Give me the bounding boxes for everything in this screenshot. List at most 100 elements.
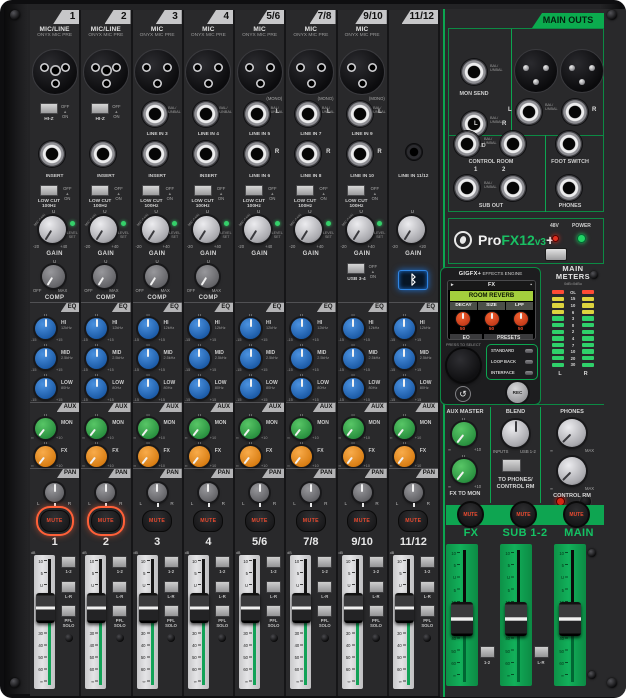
low-cut-switch[interactable] <box>142 185 160 196</box>
fader-cap[interactable] <box>559 602 581 636</box>
aux-mon-knob[interactable] <box>138 418 159 439</box>
pfl-solo-button[interactable] <box>61 605 76 617</box>
gain-knob[interactable] <box>398 216 425 243</box>
aux-fx-knob[interactable] <box>291 446 312 467</box>
assign-1-2-button[interactable] <box>112 556 127 568</box>
aux-mon-knob[interactable] <box>240 418 261 439</box>
aux-fx-knob[interactable] <box>189 446 210 467</box>
aux-mon-knob[interactable] <box>291 418 312 439</box>
back-button[interactable]: ↺ <box>455 386 471 402</box>
assign-lr-button[interactable] <box>317 581 332 593</box>
fx-mute-button[interactable]: MUTE <box>457 501 484 528</box>
mute-button[interactable]: MUTE <box>142 510 172 532</box>
eq-hi-knob[interactable] <box>240 318 261 339</box>
pfl-solo-button[interactable] <box>164 605 179 617</box>
aux-fx-knob[interactable] <box>86 446 107 467</box>
assign-1-2-button[interactable] <box>369 556 384 568</box>
eq-hi-knob[interactable] <box>189 318 210 339</box>
aux-fx-knob[interactable] <box>35 446 56 467</box>
mute-button[interactable]: MUTE <box>398 510 428 532</box>
eq-mid-knob[interactable] <box>291 348 312 369</box>
fx-to-mon-knob[interactable] <box>452 459 476 483</box>
assign-1-2-button[interactable] <box>164 556 179 568</box>
aux-fx-knob[interactable] <box>240 446 261 467</box>
fader-cap[interactable] <box>241 593 260 623</box>
pan-knob[interactable] <box>45 483 64 502</box>
pfl-solo-button[interactable] <box>266 605 281 617</box>
low-cut-switch[interactable] <box>296 185 314 196</box>
mute-button[interactable]: MUTE <box>296 510 326 532</box>
blend-knob[interactable] <box>502 420 529 447</box>
assign-lr-button[interactable] <box>215 581 230 593</box>
aux-mon-knob[interactable] <box>189 418 210 439</box>
mute-button[interactable]: MUTE <box>193 510 223 532</box>
eq-hi-knob[interactable] <box>138 318 159 339</box>
assign-1-2-button[interactable] <box>317 556 332 568</box>
control-rm-knob[interactable] <box>558 457 586 485</box>
fader-cap[interactable] <box>87 593 106 623</box>
low-cut-switch[interactable] <box>245 185 263 196</box>
eq-low-knob[interactable] <box>343 378 364 399</box>
pfl-solo-button[interactable] <box>420 605 435 617</box>
pan-knob[interactable] <box>96 483 115 502</box>
low-cut-switch[interactable] <box>347 185 365 196</box>
eq-mid-knob[interactable] <box>343 348 364 369</box>
main-mute-button[interactable]: MUTE <box>563 501 590 528</box>
comp-knob[interactable] <box>145 265 168 288</box>
fader-cap[interactable] <box>292 593 311 623</box>
pan-knob[interactable] <box>404 483 423 502</box>
aux-mon-knob[interactable] <box>343 418 364 439</box>
eq-low-knob[interactable] <box>138 378 159 399</box>
aux-mon-knob[interactable] <box>35 418 56 439</box>
gain-knob[interactable] <box>244 216 271 243</box>
assign-1-2-button[interactable] <box>215 556 230 568</box>
bluetooth-button[interactable]: ᛒ <box>398 270 428 290</box>
aux-mon-knob[interactable] <box>394 418 415 439</box>
comp-knob[interactable] <box>93 265 116 288</box>
fader-cap[interactable] <box>36 593 55 623</box>
eq-low-knob[interactable] <box>240 378 261 399</box>
eq-hi-knob[interactable] <box>86 318 107 339</box>
assign-1-2-button[interactable] <box>61 556 76 568</box>
aux-fx-knob[interactable] <box>343 446 364 467</box>
master-assign-button[interactable] <box>480 646 495 658</box>
assign-lr-button[interactable] <box>369 581 384 593</box>
hiz-switch[interactable] <box>40 103 58 114</box>
assign-lr-button[interactable] <box>420 581 435 593</box>
fader-cap[interactable] <box>139 593 158 623</box>
pan-knob[interactable] <box>250 483 269 502</box>
eq-hi-knob[interactable] <box>343 318 364 339</box>
fader-cap[interactable] <box>451 602 473 636</box>
fader-cap[interactable] <box>395 593 414 623</box>
eq-hi-knob[interactable] <box>291 318 312 339</box>
low-cut-switch[interactable] <box>194 185 212 196</box>
assign-lr-button[interactable] <box>61 581 76 593</box>
eq-low-knob[interactable] <box>86 378 107 399</box>
eq-mid-knob[interactable] <box>240 348 261 369</box>
fader-cap[interactable] <box>505 602 527 636</box>
eq-mid-knob[interactable] <box>189 348 210 369</box>
eq-low-knob[interactable] <box>189 378 210 399</box>
eq-mid-knob[interactable] <box>138 348 159 369</box>
pan-knob[interactable] <box>148 483 167 502</box>
pfl-solo-button[interactable] <box>369 605 384 617</box>
gain-knob[interactable] <box>142 216 169 243</box>
assign-1-2-button[interactable] <box>266 556 281 568</box>
aux-fx-knob[interactable] <box>394 446 415 467</box>
pfl-solo-button[interactable] <box>215 605 230 617</box>
aux-fx-knob[interactable] <box>138 446 159 467</box>
pan-knob[interactable] <box>301 483 320 502</box>
eq-low-knob[interactable] <box>35 378 56 399</box>
comp-knob[interactable] <box>196 265 219 288</box>
eq-hi-knob[interactable] <box>35 318 56 339</box>
assign-1-2-button[interactable] <box>420 556 435 568</box>
eq-low-knob[interactable] <box>394 378 415 399</box>
phones-knob[interactable] <box>558 419 586 447</box>
gain-knob[interactable] <box>347 216 374 243</box>
gain-knob[interactable] <box>295 216 322 243</box>
assign-lr-button[interactable] <box>112 581 127 593</box>
mute-button[interactable]: MUTE <box>245 510 275 532</box>
usb-3-4-switch[interactable] <box>347 263 365 274</box>
gain-knob[interactable] <box>90 216 117 243</box>
pfl-solo-button[interactable] <box>317 605 332 617</box>
